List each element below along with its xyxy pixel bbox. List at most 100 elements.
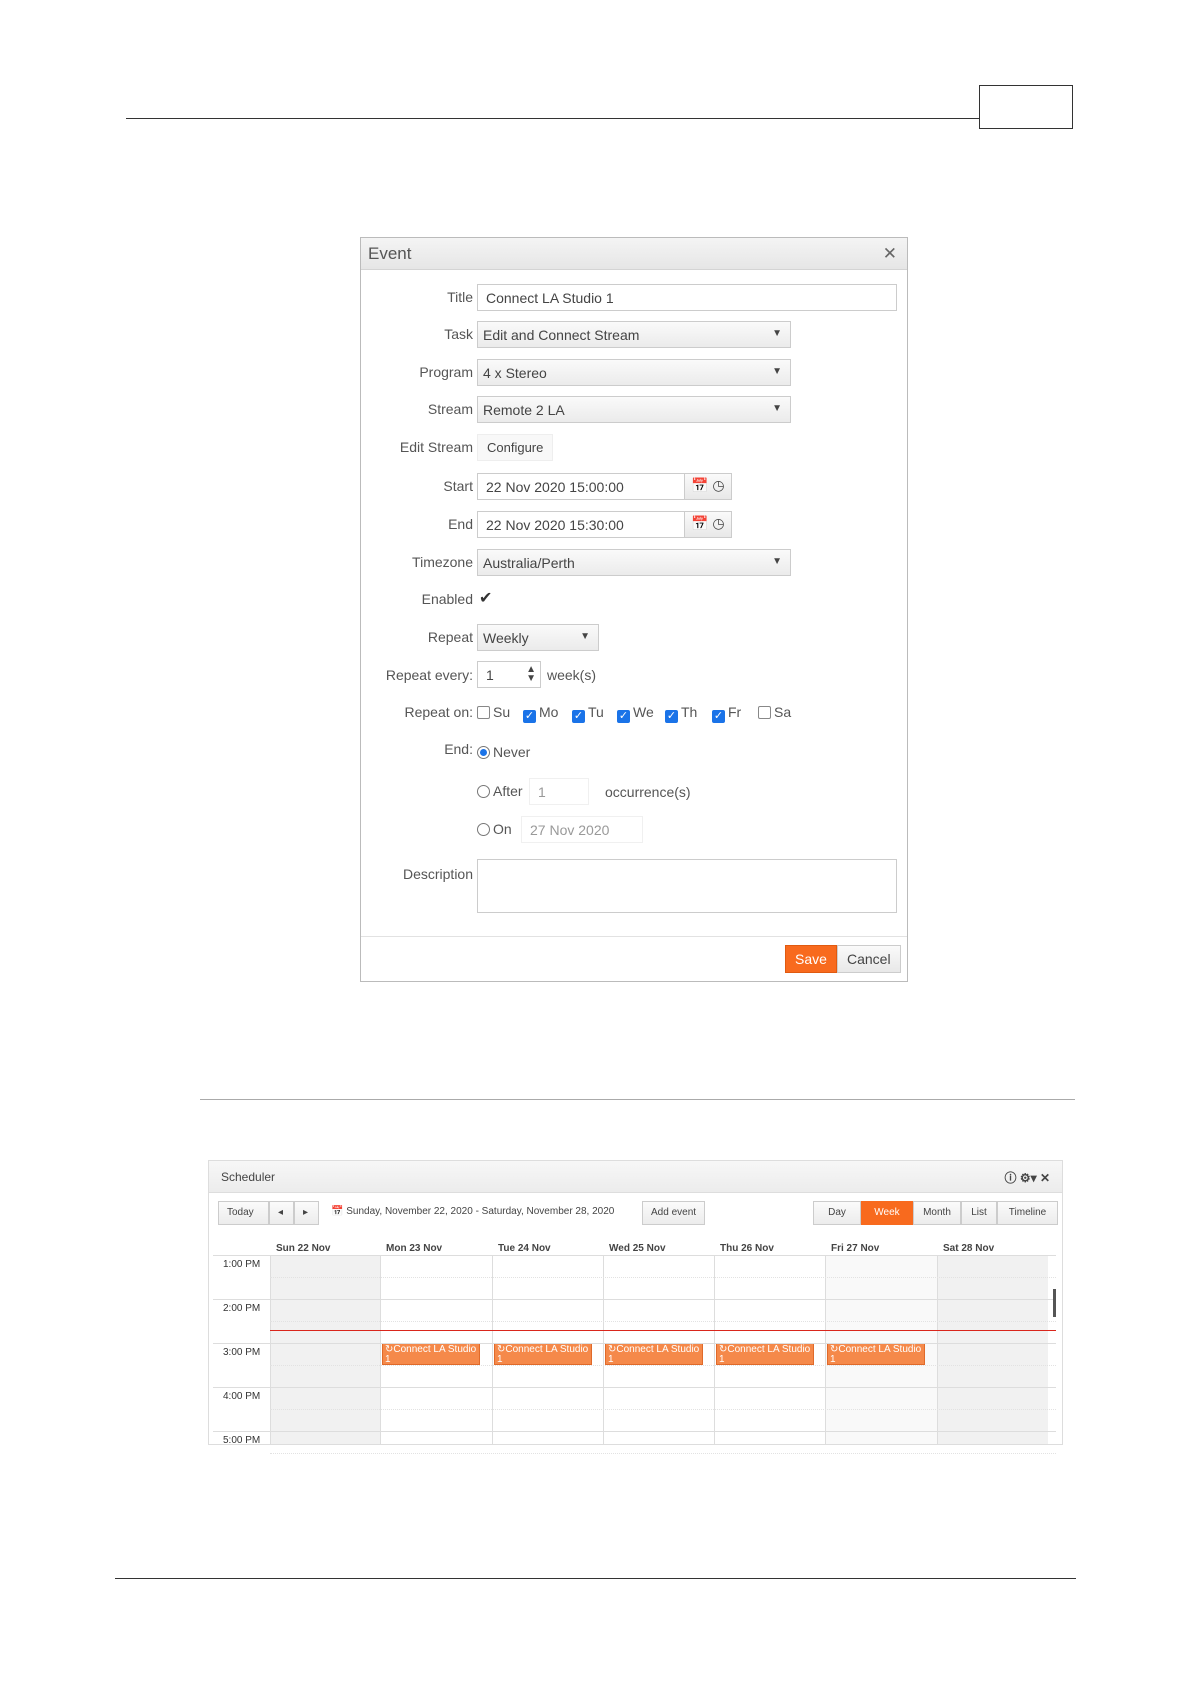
add-event-button[interactable]: Add event xyxy=(642,1201,706,1225)
day-header: Tue 24 Nov xyxy=(498,1243,551,1254)
day-label: Fr xyxy=(728,704,742,720)
event-title: Connect LA Studio 1 xyxy=(385,1344,477,1365)
end-never-radio[interactable]: Never xyxy=(477,744,530,760)
repeat-day-su[interactable]: Su xyxy=(477,704,510,720)
next-button[interactable]: ▸ xyxy=(294,1201,319,1225)
repeat-day-fr[interactable]: ✓ Fr xyxy=(712,704,741,723)
day-column[interactable] xyxy=(270,1255,380,1444)
end-on-radio[interactable]: On xyxy=(477,821,512,837)
view-tab-month[interactable]: Month xyxy=(913,1201,961,1225)
day-label: Tu xyxy=(588,704,604,720)
stream-label: Stream xyxy=(427,401,473,417)
view-tab-day[interactable]: Day xyxy=(813,1201,861,1225)
calendar-icon[interactable]: 📅 xyxy=(331,1206,343,1217)
day-column[interactable] xyxy=(937,1255,1048,1444)
prev-button[interactable]: ◂ xyxy=(269,1201,294,1225)
repeat-unit: week(s) xyxy=(547,667,597,683)
clock-icon[interactable]: ◷ xyxy=(712,515,724,531)
repeat-day-th[interactable]: ✓ Th xyxy=(665,704,697,723)
half-hour-line xyxy=(270,1321,1056,1322)
time-label: 5:00 PM xyxy=(223,1435,261,1446)
dialog-footer-divider xyxy=(361,936,907,937)
task-value: Edit and Connect Stream xyxy=(483,327,640,343)
radio-icon xyxy=(477,823,490,836)
date-range-text: Sunday, November 22, 2020 - Saturday, No… xyxy=(346,1206,615,1217)
program-value: 4 x Stereo xyxy=(483,365,547,381)
end-option-label: End: xyxy=(444,741,473,757)
event-block[interactable]: ↻Connect LA Studio 1 xyxy=(605,1343,703,1365)
checkbox-icon: ✓ xyxy=(523,710,536,723)
repeat-every-stepper[interactable]: 1 ▲ ▼ xyxy=(477,661,541,688)
enabled-label: Enabled xyxy=(421,591,473,607)
start-input[interactable]: 22 Nov 2020 15:00:00 xyxy=(477,473,685,500)
calendar-icon[interactable]: 📅 xyxy=(691,515,708,531)
caret-right-icon: ▸ xyxy=(303,1207,309,1218)
configure-button[interactable]: Configure xyxy=(477,434,554,461)
program-select[interactable]: 4 x Stereo ▼ xyxy=(477,359,791,386)
after-count-input[interactable]: 1 xyxy=(529,778,589,805)
day-label: Su xyxy=(493,704,511,720)
stream-select[interactable]: Remote 2 LA ▼ xyxy=(477,396,791,423)
timezone-select[interactable]: Australia/Perth ▼ xyxy=(477,549,791,576)
time-label: 4:00 PM xyxy=(223,1391,261,1402)
caret-left-icon: ◂ xyxy=(278,1207,284,1218)
end-on-date-input[interactable]: 27 Nov 2020 xyxy=(521,816,643,843)
calendar-icon[interactable]: 📅 xyxy=(691,477,708,493)
time-label: 3:00 PM xyxy=(223,1347,261,1358)
repeat-day-we[interactable]: ✓ We xyxy=(617,704,654,723)
event-block[interactable]: ↻Connect LA Studio 1 xyxy=(382,1343,480,1365)
checkbox-icon: ✓ xyxy=(712,710,725,723)
gear-icon[interactable]: ⚙▾ xyxy=(1020,1171,1037,1185)
repeat-day-mo[interactable]: ✓ Mo xyxy=(523,704,558,723)
event-block[interactable]: ↻Connect LA Studio 1 xyxy=(827,1343,925,1365)
time-label: 1:00 PM xyxy=(223,1259,261,1270)
repeat-day-sa[interactable]: Sa xyxy=(758,704,791,720)
repeat-days: Su ✓ Mo ✓ Tu ✓ We ✓ Th ✓ Fr Sa xyxy=(477,704,797,724)
footer-rule xyxy=(115,1578,1076,1579)
today-button[interactable]: Today xyxy=(218,1201,269,1225)
checkbox-icon: ✓ xyxy=(665,710,678,723)
title-label: Title xyxy=(447,289,473,305)
description-label: Description xyxy=(402,866,473,882)
hour-line xyxy=(213,1387,1056,1388)
title-input[interactable]: Connect LA Studio 1 xyxy=(477,284,897,311)
view-tab-timeline[interactable]: Timeline xyxy=(997,1201,1058,1225)
event-title: Connect LA Studio 1 xyxy=(497,1344,589,1365)
scrollbar[interactable] xyxy=(1053,1289,1056,1317)
repeat-select[interactable]: Weekly ▼ xyxy=(477,624,599,651)
clock-icon[interactable]: ◷ xyxy=(712,477,724,493)
repeat-label: Repeat xyxy=(427,629,473,645)
task-select[interactable]: Edit and Connect Stream ▼ xyxy=(477,321,791,348)
after-label: After xyxy=(493,783,523,799)
cancel-button[interactable]: Cancel xyxy=(837,945,901,973)
current-time-line xyxy=(270,1330,1056,1331)
chevron-down-icon: ▼ xyxy=(580,631,590,642)
header-rule xyxy=(126,118,979,119)
end-after-radio[interactable]: After xyxy=(477,783,523,799)
half-hour-line xyxy=(270,1365,1056,1366)
chevron-down-icon: ▼ xyxy=(772,403,782,414)
description-textarea[interactable] xyxy=(477,859,897,913)
hour-line xyxy=(213,1255,1056,1256)
day-label: Sa xyxy=(774,704,792,720)
end-input[interactable]: 22 Nov 2020 15:30:00 xyxy=(477,511,685,538)
save-button[interactable]: Save xyxy=(785,945,837,973)
view-tab-week[interactable]: Week xyxy=(861,1201,913,1225)
repeat-day-tu[interactable]: ✓ Tu xyxy=(572,704,604,723)
on-label: On xyxy=(493,821,512,837)
day-header: Sun 22 Nov xyxy=(276,1243,331,1254)
event-block[interactable]: ↻Connect LA Studio 1 xyxy=(494,1343,592,1365)
close-icon[interactable]: ✕ xyxy=(1040,1171,1050,1185)
enabled-checkbox[interactable]: ✔ xyxy=(479,588,492,608)
radio-icon xyxy=(477,746,490,759)
close-icon[interactable]: ✕ xyxy=(883,244,897,264)
radio-icon xyxy=(477,785,490,798)
chevron-down-icon: ▼ xyxy=(772,328,782,339)
stepper-arrows-icon[interactable]: ▲ ▼ xyxy=(526,665,536,684)
event-block[interactable]: ↻Connect LA Studio 1 xyxy=(716,1343,814,1365)
event-title: Connect LA Studio 1 xyxy=(608,1344,700,1365)
end-label: End xyxy=(448,516,473,532)
day-label: We xyxy=(633,704,654,720)
info-icon[interactable]: ⓘ xyxy=(1004,1171,1016,1185)
view-tab-list[interactable]: List xyxy=(961,1201,997,1225)
